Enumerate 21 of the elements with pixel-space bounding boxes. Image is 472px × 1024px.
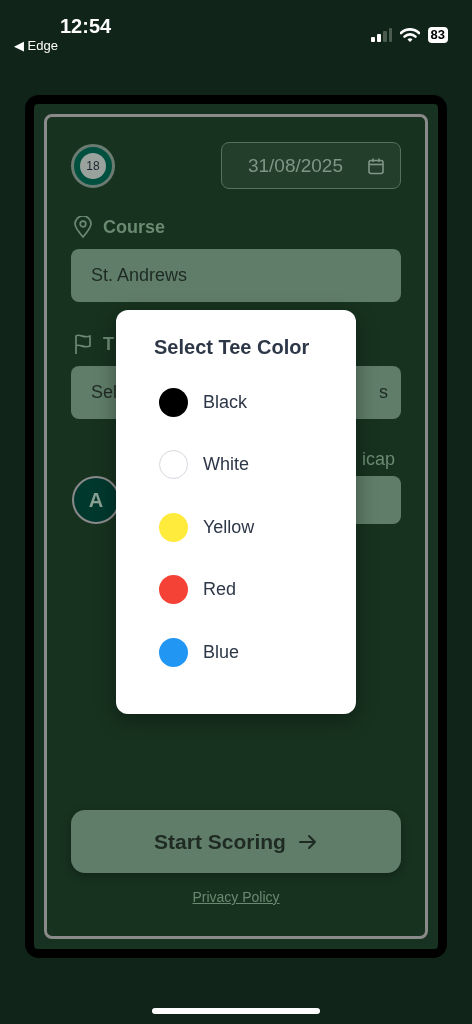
back-link[interactable]: ◀ Edge <box>14 38 112 54</box>
tee-color-option[interactable]: Red <box>159 558 356 621</box>
flag-icon <box>73 333 93 355</box>
location-pin-icon <box>73 216 93 238</box>
clock: 12:54 <box>60 14 112 38</box>
wifi-icon <box>399 27 420 43</box>
tee-color-option[interactable]: Yellow <box>159 496 356 559</box>
battery-indicator: 83 <box>427 27 448 43</box>
tee-color-option[interactable]: Blue <box>159 621 356 684</box>
calendar-icon <box>367 156 385 175</box>
tee-color-option[interactable]: Black <box>159 371 356 434</box>
field-label: icap <box>361 449 396 470</box>
field-label: T <box>103 333 114 355</box>
privacy-policy-link[interactable]: Privacy Policy <box>192 889 280 905</box>
arrow-right-icon <box>297 832 318 851</box>
badge-label: 18 <box>80 152 106 179</box>
signal-icon <box>369 28 392 42</box>
tee-color-option[interactable]: White <box>159 433 356 496</box>
dialog-title: Select Tee Color <box>154 336 311 358</box>
date-field[interactable]: 31/08/2025 <box>221 142 401 189</box>
field-label: Course <box>103 216 165 238</box>
